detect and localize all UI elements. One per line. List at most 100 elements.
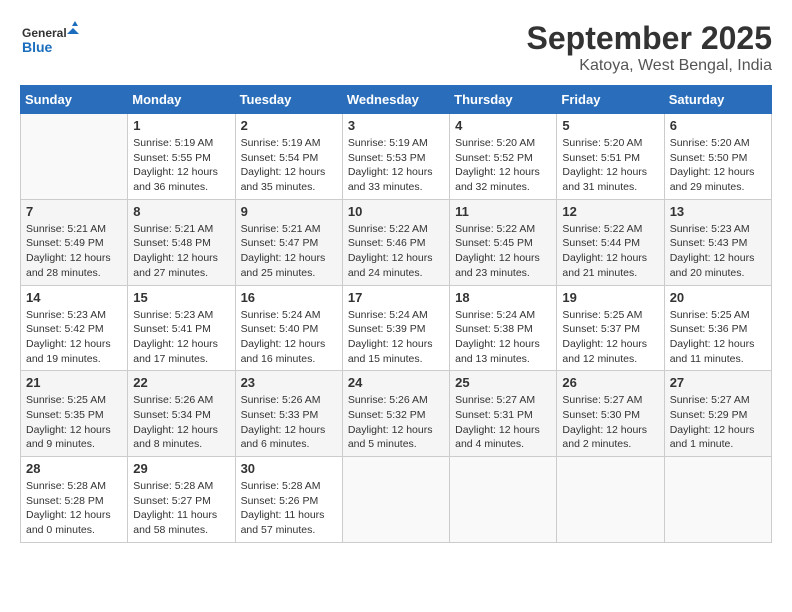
day-cell: 7 Sunrise: 5:21 AMSunset: 5:49 PMDaylight…: [21, 199, 128, 285]
day-info: Sunrise: 5:22 AMSunset: 5:46 PMDaylight:…: [348, 222, 444, 281]
day-number: 29: [133, 461, 229, 476]
day-number: 9: [241, 204, 337, 219]
day-info: Sunrise: 5:28 AMSunset: 5:26 PMDaylight:…: [241, 479, 337, 538]
day-info: Sunrise: 5:21 AMSunset: 5:47 PMDaylight:…: [241, 222, 337, 281]
day-cell: 11Sunrise: 5:22 AMSunset: 5:45 PMDayligh…: [450, 199, 557, 285]
day-info: Sunrise: 5:24 AMSunset: 5:40 PMDaylight:…: [241, 308, 337, 367]
month-title: September 2025: [527, 20, 772, 57]
day-cell: 25 Sunrise: 5:27 AMSunset: 5:31 PMDayligh…: [450, 371, 557, 457]
day-cell: [342, 457, 449, 543]
day-number: 26: [562, 375, 658, 390]
day-number: 8: [133, 204, 229, 219]
day-cell: 4 Sunrise: 5:20 AMSunset: 5:52 PMDaylight…: [450, 114, 557, 200]
week-row-4: 21Sunrise: 5:25 AMSunset: 5:35 PMDayligh…: [21, 371, 772, 457]
day-number: 19: [562, 290, 658, 305]
day-number: 24: [348, 375, 444, 390]
day-number: 4: [455, 118, 551, 133]
day-number: 1: [133, 118, 229, 133]
day-info: Sunrise: 5:27 AMSunset: 5:31 PMDaylight:…: [455, 393, 551, 452]
day-cell: 26 Sunrise: 5:27 AMSunset: 5:30 PMDayligh…: [557, 371, 664, 457]
day-info: Sunrise: 5:22 AMSunset: 5:44 PMDaylight:…: [562, 222, 658, 281]
day-number: 25: [455, 375, 551, 390]
day-number: 11: [455, 204, 551, 219]
day-cell: 2 Sunrise: 5:19 AMSunset: 5:54 PMDaylight…: [235, 114, 342, 200]
day-number: 2: [241, 118, 337, 133]
day-info: Sunrise: 5:20 AMSunset: 5:52 PMDaylight:…: [455, 136, 551, 195]
day-number: 22: [133, 375, 229, 390]
day-info: Sunrise: 5:19 AMSunset: 5:55 PMDaylight:…: [133, 136, 229, 195]
day-info: Sunrise: 5:25 AMSunset: 5:36 PMDaylight:…: [670, 308, 766, 367]
day-cell: 10 Sunrise: 5:22 AMSunset: 5:46 PMDayligh…: [342, 199, 449, 285]
day-cell: 24 Sunrise: 5:26 AMSunset: 5:32 PMDayligh…: [342, 371, 449, 457]
weekday-header-friday: Friday: [557, 86, 664, 114]
day-info: Sunrise: 5:23 AMSunset: 5:42 PMDaylight:…: [26, 308, 122, 367]
svg-text:Blue: Blue: [22, 39, 53, 55]
day-cell: 8 Sunrise: 5:21 AMSunset: 5:48 PMDaylight…: [128, 199, 235, 285]
day-info: Sunrise: 5:25 AMSunset: 5:37 PMDaylight:…: [562, 308, 658, 367]
day-cell: 3Sunrise: 5:19 AMSunset: 5:53 PMDaylight…: [342, 114, 449, 200]
day-info: Sunrise: 5:25 AMSunset: 5:35 PMDaylight:…: [26, 393, 122, 452]
week-row-3: 14Sunrise: 5:23 AMSunset: 5:42 PMDayligh…: [21, 285, 772, 371]
weekday-header-wednesday: Wednesday: [342, 86, 449, 114]
day-number: 12: [562, 204, 658, 219]
day-info: Sunrise: 5:24 AMSunset: 5:38 PMDaylight:…: [455, 308, 551, 367]
day-cell: [557, 457, 664, 543]
day-cell: [21, 114, 128, 200]
location: Katoya, West Bengal, India: [527, 57, 772, 75]
day-info: Sunrise: 5:23 AMSunset: 5:43 PMDaylight:…: [670, 222, 766, 281]
weekday-header-sunday: Sunday: [21, 86, 128, 114]
day-cell: [664, 457, 771, 543]
day-info: Sunrise: 5:21 AMSunset: 5:48 PMDaylight:…: [133, 222, 229, 281]
day-cell: 5 Sunrise: 5:20 AMSunset: 5:51 PMDaylight…: [557, 114, 664, 200]
day-cell: 30 Sunrise: 5:28 AMSunset: 5:26 PMDayligh…: [235, 457, 342, 543]
day-number: 20: [670, 290, 766, 305]
day-info: Sunrise: 5:19 AMSunset: 5:53 PMDaylight:…: [348, 136, 444, 195]
day-number: 10: [348, 204, 444, 219]
day-cell: 21Sunrise: 5:25 AMSunset: 5:35 PMDayligh…: [21, 371, 128, 457]
day-info: Sunrise: 5:21 AMSunset: 5:49 PMDaylight:…: [26, 222, 122, 281]
day-info: Sunrise: 5:28 AMSunset: 5:27 PMDaylight:…: [133, 479, 229, 538]
day-cell: 18Sunrise: 5:24 AMSunset: 5:38 PMDayligh…: [450, 285, 557, 371]
day-number: 6: [670, 118, 766, 133]
day-info: Sunrise: 5:27 AMSunset: 5:29 PMDaylight:…: [670, 393, 766, 452]
weekday-header-row: SundayMondayTuesdayWednesdayThursdayFrid…: [21, 86, 772, 114]
day-number: 17: [348, 290, 444, 305]
day-number: 13: [670, 204, 766, 219]
day-info: Sunrise: 5:28 AMSunset: 5:28 PMDaylight:…: [26, 479, 122, 538]
day-number: 23: [241, 375, 337, 390]
weekday-header-saturday: Saturday: [664, 86, 771, 114]
day-cell: 9 Sunrise: 5:21 AMSunset: 5:47 PMDaylight…: [235, 199, 342, 285]
day-number: 28: [26, 461, 122, 476]
weekday-header-monday: Monday: [128, 86, 235, 114]
day-number: 30: [241, 461, 337, 476]
day-cell: 19 Sunrise: 5:25 AMSunset: 5:37 PMDayligh…: [557, 285, 664, 371]
day-number: 16: [241, 290, 337, 305]
day-info: Sunrise: 5:19 AMSunset: 5:54 PMDaylight:…: [241, 136, 337, 195]
day-cell: 23 Sunrise: 5:26 AMSunset: 5:33 PMDayligh…: [235, 371, 342, 457]
logo-svg: General Blue: [20, 20, 80, 60]
day-number: 15: [133, 290, 229, 305]
week-row-5: 28 Sunrise: 5:28 AMSunset: 5:28 PMDayligh…: [21, 457, 772, 543]
day-cell: 29 Sunrise: 5:28 AMSunset: 5:27 PMDayligh…: [128, 457, 235, 543]
day-number: 5: [562, 118, 658, 133]
day-info: Sunrise: 5:26 AMSunset: 5:33 PMDaylight:…: [241, 393, 337, 452]
day-info: Sunrise: 5:20 AMSunset: 5:51 PMDaylight:…: [562, 136, 658, 195]
day-cell: 6 Sunrise: 5:20 AMSunset: 5:50 PMDaylight…: [664, 114, 771, 200]
day-cell: 22 Sunrise: 5:26 AMSunset: 5:34 PMDayligh…: [128, 371, 235, 457]
day-cell: 13 Sunrise: 5:23 AMSunset: 5:43 PMDayligh…: [664, 199, 771, 285]
day-cell: 14Sunrise: 5:23 AMSunset: 5:42 PMDayligh…: [21, 285, 128, 371]
day-info: Sunrise: 5:26 AMSunset: 5:32 PMDaylight:…: [348, 393, 444, 452]
day-info: Sunrise: 5:27 AMSunset: 5:30 PMDaylight:…: [562, 393, 658, 452]
weekday-header-tuesday: Tuesday: [235, 86, 342, 114]
day-info: Sunrise: 5:20 AMSunset: 5:50 PMDaylight:…: [670, 136, 766, 195]
day-cell: [450, 457, 557, 543]
day-info: Sunrise: 5:24 AMSunset: 5:39 PMDaylight:…: [348, 308, 444, 367]
day-number: 7: [26, 204, 122, 219]
week-row-1: 1 Sunrise: 5:19 AMSunset: 5:55 PMDaylight…: [21, 114, 772, 200]
day-info: Sunrise: 5:26 AMSunset: 5:34 PMDaylight:…: [133, 393, 229, 452]
day-number: 27: [670, 375, 766, 390]
day-cell: 27 Sunrise: 5:27 AMSunset: 5:29 PMDayligh…: [664, 371, 771, 457]
svg-text:General: General: [22, 26, 67, 40]
calendar-table: SundayMondayTuesdayWednesdayThursdayFrid…: [20, 85, 772, 543]
day-cell: 20 Sunrise: 5:25 AMSunset: 5:36 PMDayligh…: [664, 285, 771, 371]
